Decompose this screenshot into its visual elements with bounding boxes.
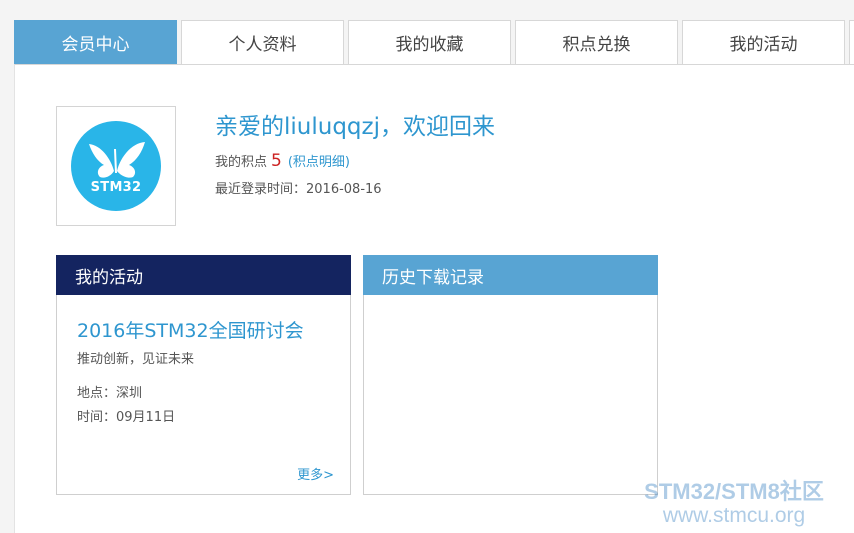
points-value: 5 [271, 151, 282, 171]
butterfly-icon [89, 142, 145, 178]
tab-my-favorites[interactable]: 我的收藏 [348, 20, 511, 64]
avatar-brand-text: STM32 [90, 180, 142, 195]
points-row: 我的积点 5 (积点明细) [215, 151, 350, 171]
welcome-title: 亲爱的liuluqqzj，欢迎回来 [215, 114, 495, 140]
last-login-row: 最近登录时间：2016-08-16 [215, 178, 382, 197]
tab-bar: 会员中心 个人资料 我的收藏 积点兑换 我的活动 [14, 20, 854, 64]
tab-member-center[interactable]: 会员中心 [14, 20, 177, 64]
tab-personal-info[interactable]: 个人资料 [181, 20, 344, 64]
event-title-link[interactable]: 2016年STM32全国研讨会 [77, 316, 304, 343]
tab-my-activities[interactable]: 我的活动 [682, 20, 845, 64]
tab-points-exchange[interactable]: 积点兑换 [515, 20, 678, 64]
avatar-logo: STM32 [71, 121, 161, 211]
my-activities-card: 我的活动 2016年STM32全国研讨会 推动创新，见证未来 地点：深圳 时间：… [56, 255, 351, 495]
tab-overflow [849, 20, 854, 64]
last-login-value: 2016-08-16 [306, 182, 382, 197]
points-detail-link[interactable]: (积点明细) [288, 155, 350, 170]
avatar: STM32 [56, 106, 176, 226]
last-login-label: 最近登录时间： [215, 182, 307, 197]
my-activities-header: 我的活动 [56, 255, 351, 295]
event-place: 地点：深圳 [77, 386, 143, 401]
event-subtitle: 推动创新，见证未来 [77, 352, 195, 367]
download-history-header: 历史下载记录 [363, 255, 658, 295]
download-history-card: 历史下载记录 [363, 255, 658, 495]
more-activities-link[interactable]: 更多> [297, 464, 334, 483]
member-center-panel: STM32 亲爱的liuluqqzj，欢迎回来 我的积点 5 (积点明细) 最近登录… [14, 64, 854, 533]
points-label: 我的积点 [215, 155, 268, 170]
event-time: 时间：09月11日 [77, 410, 176, 425]
